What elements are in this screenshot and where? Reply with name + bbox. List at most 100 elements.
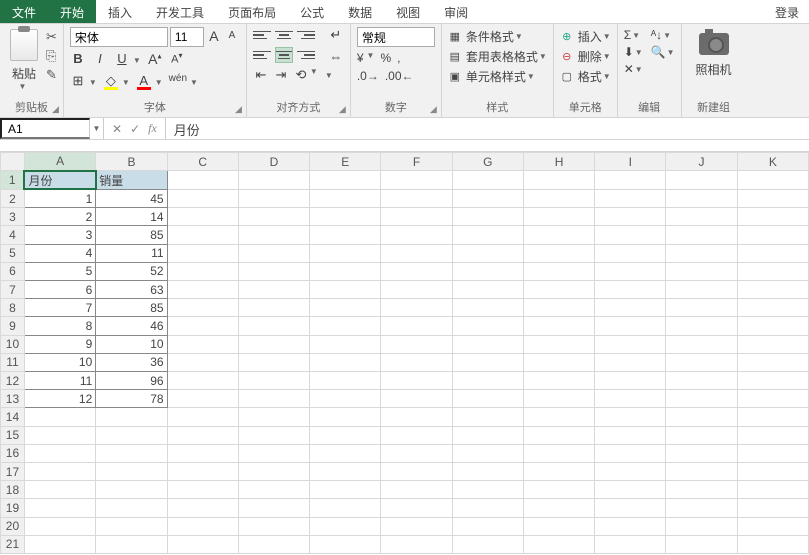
cell-A4[interactable]: 3	[24, 226, 95, 244]
grow-font-button[interactable]: A	[206, 27, 222, 47]
cell-E13[interactable]	[310, 390, 381, 408]
format-cells-button[interactable]: ▢格式▼	[560, 68, 611, 85]
cell-E10[interactable]	[310, 335, 381, 353]
fill-color-button[interactable]: ◇	[103, 73, 119, 91]
cell-I15[interactable]	[595, 426, 666, 444]
cell-C15[interactable]	[167, 426, 238, 444]
cell-B16[interactable]	[96, 444, 167, 462]
camera-button[interactable]: 照相机	[688, 27, 740, 78]
cell-E7[interactable]	[310, 280, 381, 298]
row-header-9[interactable]: 9	[1, 317, 25, 335]
cell-J3[interactable]	[666, 208, 737, 226]
tab-review[interactable]: 审阅	[432, 0, 480, 23]
cell-C2[interactable]	[167, 189, 238, 207]
cell-E2[interactable]	[310, 189, 381, 207]
col-header-A[interactable]: A	[24, 153, 95, 171]
cell-E8[interactable]	[310, 299, 381, 317]
cell-D12[interactable]	[238, 371, 309, 389]
cell-K16[interactable]	[737, 444, 808, 462]
cell-I18[interactable]	[595, 481, 666, 499]
cell-D3[interactable]	[238, 208, 309, 226]
cell-J15[interactable]	[666, 426, 737, 444]
cell-K21[interactable]	[737, 535, 808, 553]
cell-A19[interactable]	[24, 499, 95, 517]
confirm-formula-icon[interactable]: ✓	[130, 122, 140, 136]
cell-F20[interactable]	[381, 517, 452, 535]
phonetic-button[interactable]: wén	[169, 73, 187, 91]
cell-H3[interactable]	[523, 208, 594, 226]
cell-K13[interactable]	[737, 390, 808, 408]
cell-F12[interactable]	[381, 371, 452, 389]
cell-H6[interactable]	[523, 262, 594, 280]
cell-J1[interactable]	[666, 171, 737, 190]
login-link[interactable]: 登录	[765, 0, 809, 23]
cell-G20[interactable]	[452, 517, 523, 535]
cell-F8[interactable]	[381, 299, 452, 317]
row-header-16[interactable]: 16	[1, 444, 25, 462]
format-painter-icon[interactable]: ✎	[46, 67, 57, 83]
cell-C19[interactable]	[167, 499, 238, 517]
row-header-15[interactable]: 15	[1, 426, 25, 444]
cell-A3[interactable]: 2	[24, 208, 95, 226]
col-header-F[interactable]: F	[381, 153, 452, 171]
cell-H15[interactable]	[523, 426, 594, 444]
cell-J8[interactable]	[666, 299, 737, 317]
tab-data[interactable]: 数据	[336, 0, 384, 23]
cell-H21[interactable]	[523, 535, 594, 553]
cell-J5[interactable]	[666, 244, 737, 262]
font-color-button[interactable]: A	[136, 73, 152, 91]
cell-D15[interactable]	[238, 426, 309, 444]
cell-K2[interactable]	[737, 189, 808, 207]
cell-B20[interactable]	[96, 517, 167, 535]
cell-I3[interactable]	[595, 208, 666, 226]
align-top-button[interactable]	[253, 27, 271, 43]
cell-I17[interactable]	[595, 462, 666, 480]
format-as-table-button[interactable]: ▤套用表格格式▼	[448, 48, 547, 65]
cell-A2[interactable]: 1	[24, 189, 95, 207]
cell-F9[interactable]	[381, 317, 452, 335]
cell-I13[interactable]	[595, 390, 666, 408]
cell-A21[interactable]	[24, 535, 95, 553]
cell-E14[interactable]	[310, 408, 381, 426]
cell-C20[interactable]	[167, 517, 238, 535]
cell-E4[interactable]	[310, 226, 381, 244]
col-header-K[interactable]: K	[737, 153, 808, 171]
cell-C8[interactable]	[167, 299, 238, 317]
row-header-1[interactable]: 1	[1, 171, 25, 190]
cell-A8[interactable]: 7	[24, 299, 95, 317]
row-header-18[interactable]: 18	[1, 481, 25, 499]
clear-button[interactable]: ✕▼	[624, 62, 643, 76]
align-left-button[interactable]	[253, 47, 271, 63]
cell-B21[interactable]	[96, 535, 167, 553]
cell-I4[interactable]	[595, 226, 666, 244]
col-header-J[interactable]: J	[666, 153, 737, 171]
cell-A11[interactable]: 10	[24, 353, 95, 371]
decrease-decimal-button[interactable]: .00←	[385, 69, 414, 83]
cell-I14[interactable]	[595, 408, 666, 426]
cell-H1[interactable]	[523, 171, 594, 190]
cell-A5[interactable]: 4	[24, 244, 95, 262]
cell-F14[interactable]	[381, 408, 452, 426]
cell-J4[interactable]	[666, 226, 737, 244]
percent-button[interactable]: %	[380, 51, 391, 65]
bold-button[interactable]: B	[70, 51, 86, 69]
tab-page-layout[interactable]: 页面布局	[216, 0, 288, 23]
cell-H19[interactable]	[523, 499, 594, 517]
cell-F7[interactable]	[381, 280, 452, 298]
cell-K9[interactable]	[737, 317, 808, 335]
cell-C4[interactable]	[167, 226, 238, 244]
cell-G14[interactable]	[452, 408, 523, 426]
cell-A17[interactable]	[24, 462, 95, 480]
cell-G21[interactable]	[452, 535, 523, 553]
cell-G3[interactable]	[452, 208, 523, 226]
cell-E1[interactable]	[310, 171, 381, 190]
row-header-2[interactable]: 2	[1, 189, 25, 207]
cell-H8[interactable]	[523, 299, 594, 317]
cell-A18[interactable]	[24, 481, 95, 499]
cell-D1[interactable]	[238, 171, 309, 190]
cell-I7[interactable]	[595, 280, 666, 298]
cell-H17[interactable]	[523, 462, 594, 480]
cell-I20[interactable]	[595, 517, 666, 535]
cell-H7[interactable]	[523, 280, 594, 298]
paste-button[interactable]: 粘贴 ▼	[6, 27, 42, 91]
